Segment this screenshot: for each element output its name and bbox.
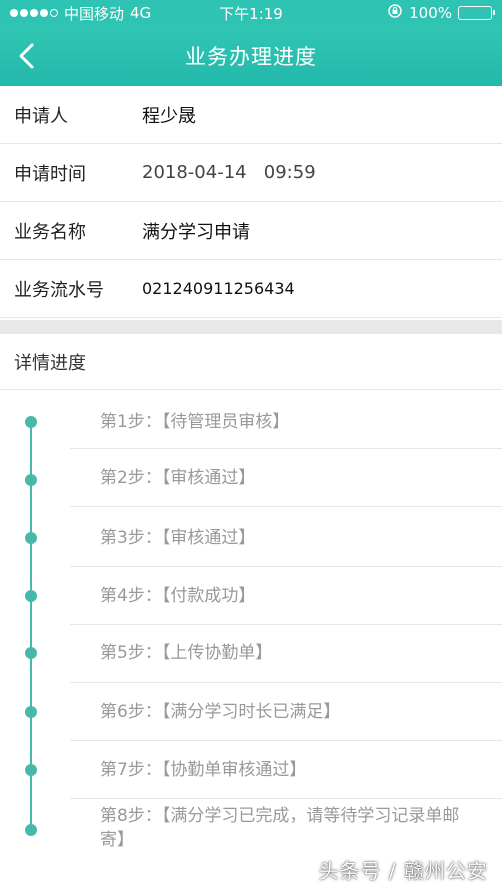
info-label: 业务名称: [14, 221, 86, 243]
info-value: 程少晟: [142, 105, 196, 127]
timeline-step: 第3步：【审核通过】: [0, 506, 502, 567]
nav-bar: 业务办理进度: [0, 26, 502, 86]
chevron-left-icon: [19, 43, 34, 69]
timeline-step: 第5步：【上传协勤单】: [0, 624, 502, 683]
info-value: 2018-04-14 09:59: [142, 162, 316, 183]
network-type: 4G: [130, 4, 152, 22]
info-row-business-name: 业务名称 满分学习申请: [0, 202, 502, 260]
status-bar: 中国移动 4G 下午1:19 100%: [0, 0, 502, 26]
timeline-node-icon: [25, 532, 37, 544]
timeline-step: 第8步：【满分学习已完成，请等待学习记录单邮寄】: [0, 798, 502, 860]
section-divider: [0, 320, 502, 334]
timeline-step: 第4步：【付款成功】: [0, 566, 502, 625]
info-label: 申请人: [14, 105, 68, 127]
carrier-name: 中国移动: [64, 4, 125, 23]
info-label: 业务流水号: [14, 279, 104, 301]
rotation-lock-icon: [387, 3, 403, 23]
battery-percent: 100%: [409, 4, 452, 22]
timeline-node-icon: [25, 764, 37, 776]
status-left: 中国移动 4G: [10, 3, 151, 24]
timeline-step: 第1步：【待管理员审核】: [0, 390, 502, 449]
timeline-step: 第6步：【满分学习时长已满足】: [0, 682, 502, 741]
info-row-applicant: 申请人 程少晟: [0, 86, 502, 144]
info-row-apply-time: 申请时间 2018-04-14 09:59: [0, 144, 502, 202]
back-button[interactable]: [10, 39, 44, 73]
step-text: 第5步：【上传协勤单】: [100, 643, 273, 663]
step-text: 第7步：【协勤单审核通过】: [100, 760, 307, 780]
info-section: 申请人 程少晟 申请时间 2018-04-14 09:59 业务名称 满分学习申…: [0, 86, 502, 318]
timeline-node-icon: [25, 416, 37, 428]
watermark: 头条号 / 赣州公安: [318, 859, 488, 883]
battery-icon: [458, 6, 495, 20]
step-text: 第3步：【审核通过】: [100, 528, 256, 548]
info-row-serial-number: 业务流水号 021240911256434: [0, 260, 502, 318]
info-value: 满分学习申请: [142, 221, 250, 243]
timeline-node-icon: [25, 824, 37, 836]
detail-heading: 详情进度: [0, 334, 502, 390]
step-text: 第1步：【待管理员审核】: [100, 412, 290, 432]
timeline-node-icon: [25, 706, 37, 718]
progress-timeline: 第1步：【待管理员审核】 第2步：【审核通过】 第3步：【审核通过】 第4步：【…: [0, 390, 502, 860]
timeline-node-icon: [25, 647, 37, 659]
info-label: 申请时间: [14, 163, 86, 185]
step-text: 第4步：【付款成功】: [100, 586, 256, 606]
signal-strength-icon: [10, 9, 58, 17]
timeline-step: 第2步：【审核通过】: [0, 448, 502, 507]
info-value: 021240911256434: [142, 279, 295, 298]
status-right: 100%: [387, 3, 495, 23]
timeline-step: 第7步：【协勤单审核通过】: [0, 740, 502, 799]
step-text: 第8步：【满分学习已完成，请等待学习记录单邮寄】: [100, 806, 460, 850]
step-text: 第2步：【审核通过】: [100, 468, 256, 488]
timeline-node-icon: [25, 590, 37, 602]
step-text: 第6步：【满分学习时长已满足】: [100, 702, 341, 722]
page-title: 业务办理进度: [185, 45, 317, 69]
timeline-node-icon: [25, 474, 37, 486]
